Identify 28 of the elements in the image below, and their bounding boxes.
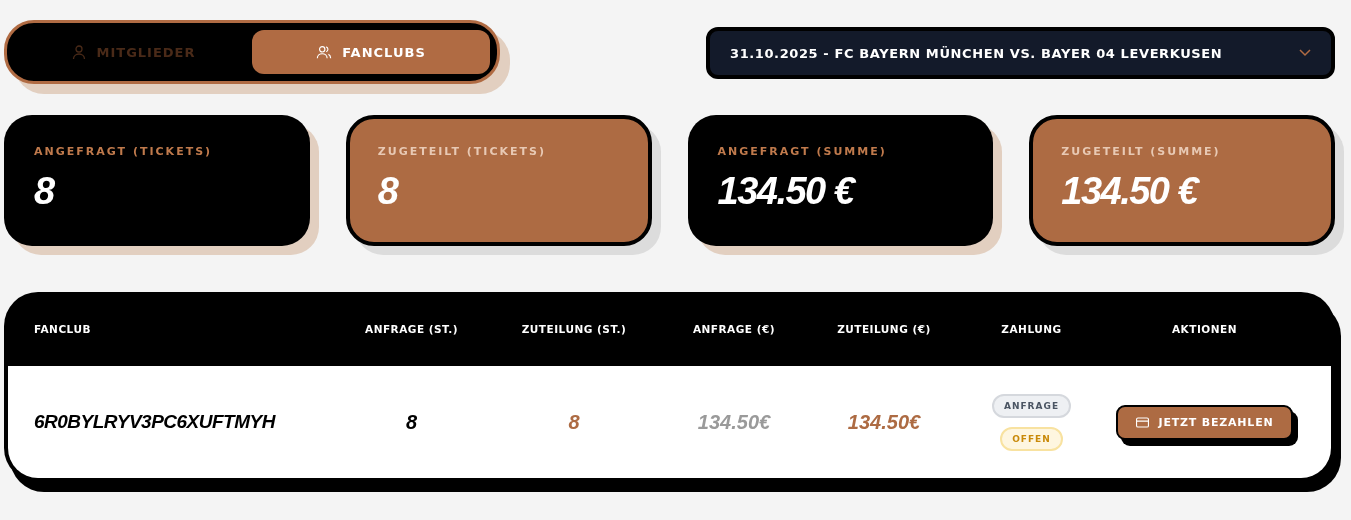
people-icon xyxy=(316,44,333,60)
column-header: ZUTEILUNG (€) xyxy=(836,323,932,335)
person-icon xyxy=(70,44,87,60)
stat-label: ANGEFRAGT (TICKETS) xyxy=(34,145,214,158)
table-cell-text: 134.50€ xyxy=(696,410,772,434)
column-header: ZUTEILUNG (ST.) xyxy=(520,323,628,335)
match-dropdown[interactable]: 31.10.2025 - FC BAYERN MÜNCHEN VS. BAYER 04 LEVERKUSEN xyxy=(706,27,1335,79)
status-badge: ANFRAGE xyxy=(991,393,1072,418)
column-header: ANFRAGE (ST.) xyxy=(364,323,459,335)
stat-value: 8 xyxy=(34,172,56,210)
chevron-down-icon xyxy=(1299,49,1311,57)
column-header: ZAHLUNG xyxy=(1000,323,1063,335)
stat-label: ZUGETEILT (TICKETS) xyxy=(377,145,548,158)
table-cell-text: 8 xyxy=(404,410,419,434)
table-cell-text: 8 xyxy=(567,410,581,434)
stat-value: 134.50 € xyxy=(717,172,857,210)
column-header: FANCLUB xyxy=(34,323,92,335)
tab[interactable]: FANCLUBS xyxy=(252,30,490,74)
column-header: ANFRAGE (€) xyxy=(691,323,777,335)
stat-label: ANGEFRAGT (SUMME) xyxy=(717,145,888,158)
fanclub-name: 6R0BYLRYV3PC6XUFTMYH xyxy=(34,411,277,433)
column-header: AKTIONEN xyxy=(1171,323,1238,335)
stat-value: 8 xyxy=(377,172,400,210)
credit-card-icon xyxy=(1135,416,1149,428)
table-cell-text: 134.50€ xyxy=(846,410,922,434)
stat-value: 134.50 € xyxy=(1061,172,1201,210)
stat-label: ZUGETEILT (SUMME) xyxy=(1061,145,1222,158)
status-badge: OFFEN xyxy=(1000,426,1063,451)
